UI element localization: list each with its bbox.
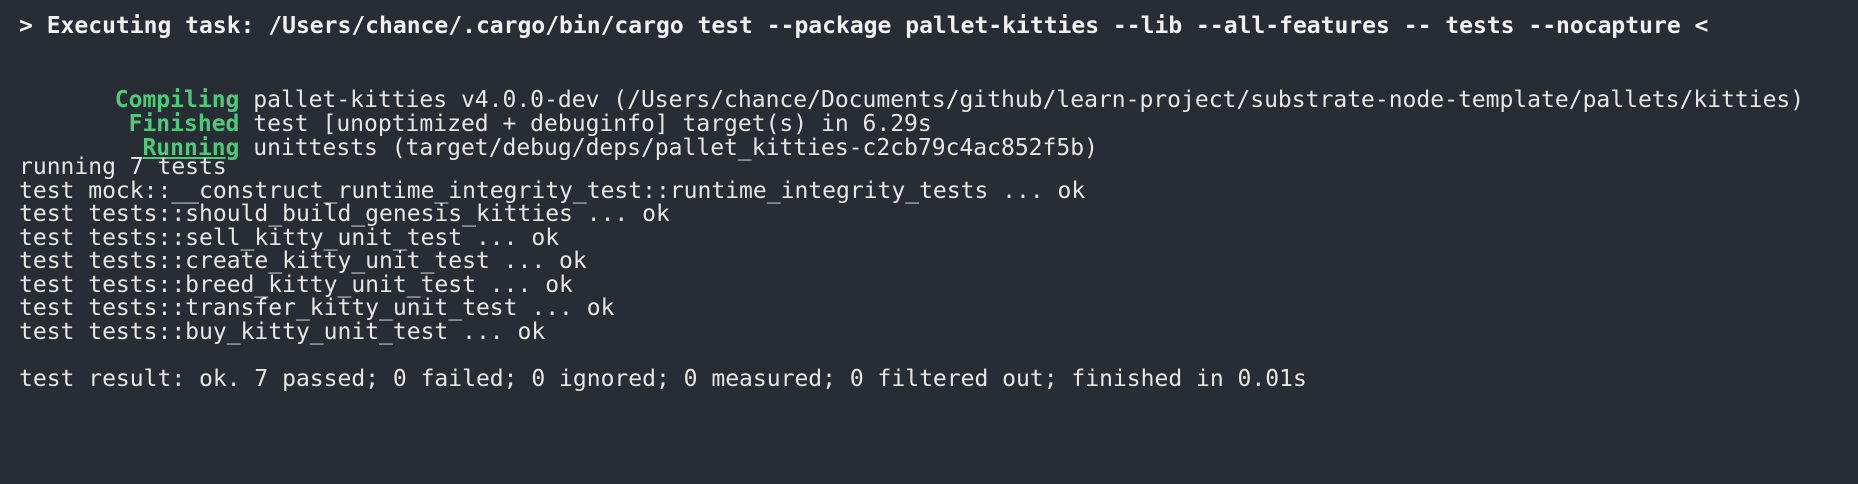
executing-task-line: > Executing task: /Users/chance/.cargo/b…	[19, 13, 1709, 39]
build-line-running: Running unittests (target/debug/deps/pal…	[19, 106, 1097, 161]
build-text-running: unittests (target/debug/deps/pallet_kitt…	[239, 135, 1098, 161]
test-line: test tests::buy_kitty_unit_test ... ok	[19, 319, 546, 345]
terminal-output[interactable]: > Executing task: /Users/chance/.cargo/b…	[0, 0, 1858, 484]
test-result-line: test result: ok. 7 passed; 0 failed; 0 i…	[19, 366, 1307, 392]
